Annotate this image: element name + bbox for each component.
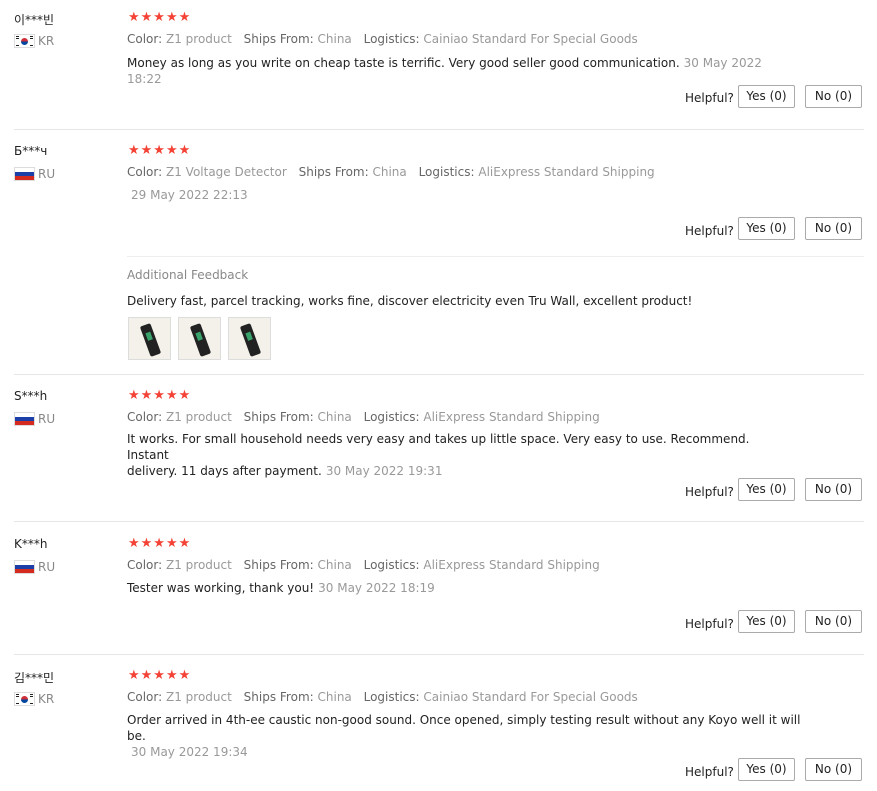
product-color: Z1 product xyxy=(166,558,232,572)
helpful-label: Helpful? xyxy=(685,224,734,238)
review-date: 30 May 2022 19:34 xyxy=(131,745,248,759)
feedback-divider xyxy=(127,256,864,257)
helpful-yes-button[interactable]: Yes (0) xyxy=(738,478,795,501)
helpful-no-button[interactable]: No (0) xyxy=(805,217,862,240)
review-date: 30 May 2022 19:31 xyxy=(325,464,443,478)
helpful-yes-button[interactable]: Yes (0) xyxy=(738,610,795,633)
review-meta: Color: Z1 product Ships From: China Logi… xyxy=(127,558,600,572)
helpful-no-button[interactable]: No (0) xyxy=(805,610,862,633)
review-text: 29 May 2022 22:13 xyxy=(127,187,767,203)
reviewer-name: K***h xyxy=(14,537,48,551)
helpful-no-button[interactable]: No (0) xyxy=(805,85,862,108)
ships-from: China xyxy=(317,690,352,704)
country-code: RU xyxy=(38,560,56,574)
helpful-no-button[interactable]: No (0) xyxy=(805,758,862,781)
reviewer-country: RU xyxy=(14,167,55,181)
ships-from: China xyxy=(317,410,352,424)
reviewer-country: KR xyxy=(14,34,54,48)
review-meta: Color: Z1 product Ships From: China Logi… xyxy=(127,690,638,704)
reviewer-country: RU xyxy=(14,560,55,574)
helpful-yes-button[interactable]: Yes (0) xyxy=(738,85,795,108)
helpful-label: Helpful? xyxy=(685,485,734,499)
review-meta: Color: Z1 Voltage Detector Ships From: C… xyxy=(127,165,655,179)
review-text: Order arrived in 4th-ee caustic non-good… xyxy=(127,713,801,759)
review-photo-thumbnail[interactable] xyxy=(178,317,221,360)
review-divider xyxy=(14,654,864,655)
country-code: KR xyxy=(38,692,55,706)
tester-photo-icon xyxy=(189,323,212,357)
review-divider xyxy=(14,374,864,375)
helpful-label: Helpful? xyxy=(685,765,734,779)
logistics: AliExpress Standard Shipping xyxy=(423,558,600,572)
helpful-yes-button[interactable]: Yes (0) xyxy=(738,758,795,781)
country-code: RU xyxy=(38,412,56,426)
logistics: AliExpress Standard Shipping xyxy=(423,410,600,424)
review-date: 30 May 2022 18:19 xyxy=(318,581,435,595)
logistics: AliExpress Standard Shipping xyxy=(478,165,655,179)
review-text: It works. For small household needs very… xyxy=(127,432,750,478)
country-code: KR xyxy=(38,34,55,48)
rating-stars: ★★★★★ xyxy=(128,143,192,158)
ru-flag-icon xyxy=(14,560,35,574)
review-divider xyxy=(14,521,864,522)
ru-flag-icon xyxy=(14,412,35,426)
kr-flag-icon xyxy=(14,692,35,706)
rating-stars: ★★★★★ xyxy=(128,10,192,25)
review-photo-thumbnail[interactable] xyxy=(228,317,271,360)
review-meta: Color: Z1 product Ships From: China Logi… xyxy=(127,32,638,46)
reviewer-country: KR xyxy=(14,692,54,706)
rating-stars: ★★★★★ xyxy=(128,388,192,403)
ships-from: China xyxy=(317,558,352,572)
ships-from: China xyxy=(317,32,352,46)
rating-stars: ★★★★★ xyxy=(128,668,192,683)
review-date: 29 May 2022 22:13 xyxy=(131,188,248,202)
reviewer-name: 이***빈 xyxy=(14,13,55,27)
ru-flag-icon xyxy=(14,167,35,181)
logistics: Cainiao Standard For Special Goods xyxy=(423,32,638,46)
logistics: Cainiao Standard For Special Goods xyxy=(423,690,638,704)
product-color: Z1 product xyxy=(166,690,232,704)
tester-photo-icon xyxy=(239,323,262,357)
country-code: RU xyxy=(38,167,56,181)
review-divider xyxy=(14,129,864,130)
helpful-no-button[interactable]: No (0) xyxy=(805,478,862,501)
ships-from: China xyxy=(372,165,407,179)
product-color: Z1 product xyxy=(166,410,232,424)
tester-photo-icon xyxy=(139,323,162,357)
reviewer-country: RU xyxy=(14,412,55,426)
additional-feedback-title: Additional Feedback xyxy=(127,268,249,282)
reviewer-name: S***h xyxy=(14,389,48,403)
review-text: Money as long as you write on cheap tast… xyxy=(127,56,762,86)
reviewer-name: 김***민 xyxy=(14,671,55,685)
rating-stars: ★★★★★ xyxy=(128,536,192,551)
review-text: Tester was working, thank you! 30 May 202… xyxy=(127,581,435,595)
helpful-label: Helpful? xyxy=(685,91,734,105)
review-meta: Color: Z1 product Ships From: China Logi… xyxy=(127,410,600,424)
helpful-yes-button[interactable]: Yes (0) xyxy=(738,217,795,240)
review-photo-thumbnail[interactable] xyxy=(128,317,171,360)
product-color: Z1 product xyxy=(166,32,232,46)
product-color: Z1 Voltage Detector xyxy=(166,165,287,179)
kr-flag-icon xyxy=(14,34,35,48)
helpful-label: Helpful? xyxy=(685,617,734,631)
reviewer-name: Б***ч xyxy=(14,144,48,158)
additional-feedback-text: Delivery fast, parcel tracking, works fi… xyxy=(127,294,693,308)
